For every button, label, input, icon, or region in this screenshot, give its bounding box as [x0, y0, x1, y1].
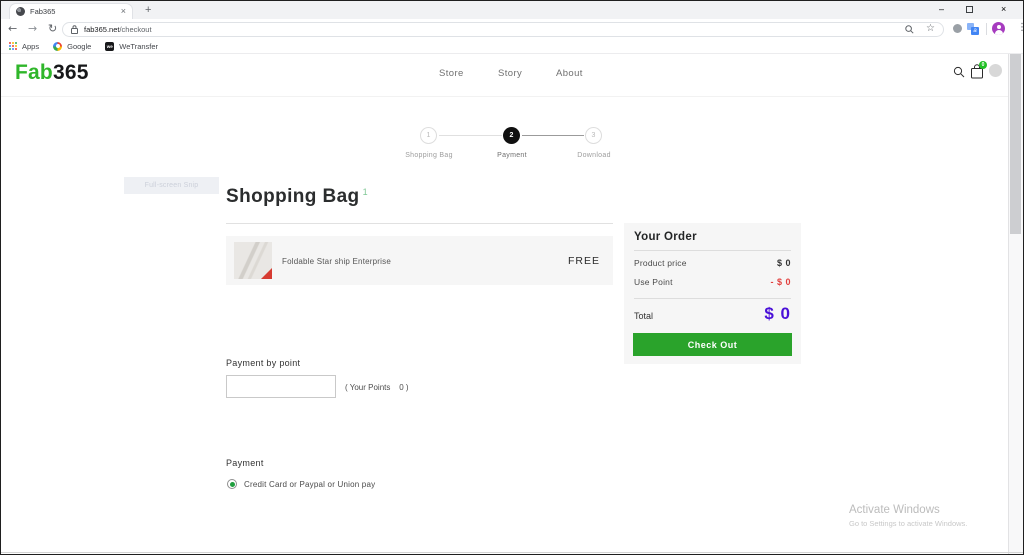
product-price-value: $ 0 [777, 258, 791, 268]
payment-section-label: Payment [226, 458, 264, 468]
section-divider-bottom [1, 552, 1023, 553]
snip-tooltip-artifact: Full-screen Snip [124, 177, 219, 194]
toolbar-separator [986, 23, 987, 35]
bookmark-apps[interactable]: Apps [22, 42, 39, 51]
order-summary-title: Your Order [634, 231, 697, 243]
watermark-line2: Go to Settings to activate Windows. [849, 519, 967, 529]
use-point-label: Use Point [634, 277, 673, 287]
browser-profile-avatar[interactable] [992, 22, 1005, 35]
site-logo[interactable]: Fab365 [15, 61, 89, 85]
watermark-line1: Activate Windows [849, 503, 967, 519]
step-circle-shopping-bag[interactable]: 1 [420, 127, 437, 144]
site-header: Fab365 Store Story About 0 [1, 54, 1023, 97]
browser-tab-strip: Fab365 × + – × [1, 1, 1023, 19]
url-path: /checkout [119, 25, 151, 34]
tab-close-icon[interactable]: × [121, 7, 126, 16]
order-divider-bottom [634, 298, 791, 299]
order-summary-panel: Your Order Product price $ 0 Use Point -… [624, 223, 801, 364]
total-value: $ 0 [764, 304, 791, 324]
bookmarks-bar: Apps Google we WeTransfer [1, 39, 1023, 54]
product-thumbnail[interactable] [234, 242, 272, 279]
page-viewport: Fab365 Store Story About 0 1 2 3 [1, 54, 1023, 554]
payment-method-radio[interactable] [227, 479, 237, 489]
site-favicon-icon [16, 7, 25, 16]
checkout-button[interactable]: Check Out [633, 333, 792, 356]
browser-toolbar: ← → ↻ fab365.net/checkout ☆ a ⋮ [1, 19, 1023, 39]
step-circle-payment[interactable]: 2 [503, 127, 520, 144]
stepper-line-2 [522, 135, 584, 136]
search-icon[interactable] [953, 66, 965, 78]
checkout-stepper: 1 2 3 Shopping Bag Payment Download [1, 122, 1023, 170]
logo-part-fab: Fab [15, 61, 53, 84]
forward-icon[interactable]: → [28, 22, 37, 35]
stepper-line-1 [439, 135, 502, 136]
your-points-hint: ( Your Points 0 ) [345, 383, 409, 392]
product-price-label: Product price [634, 258, 687, 268]
step-circle-download[interactable]: 3 [585, 127, 602, 144]
item-count-sup: 1 [363, 187, 368, 197]
url-text: fab365.net/checkout [84, 25, 152, 34]
new-tab-button[interactable]: + [145, 4, 151, 16]
payment-by-point-label: Payment by point [226, 358, 300, 368]
product-price: FREE [568, 255, 600, 267]
cart-item-row[interactable]: Foldable Star ship Enterprise FREE [226, 236, 613, 285]
use-point-value: - $ 0 [770, 277, 791, 287]
title-divider [226, 223, 613, 224]
browser-menu-icon[interactable]: ⋮ [1017, 22, 1024, 33]
lock-icon [71, 25, 78, 34]
extension-icon[interactable] [953, 24, 962, 33]
window-maximize-button[interactable] [966, 6, 973, 13]
nav-link-story[interactable]: Story [498, 68, 522, 79]
browser-tab[interactable]: Fab365 × [9, 3, 133, 19]
user-avatar[interactable] [989, 64, 1002, 77]
refresh-icon[interactable]: ↻ [48, 22, 57, 35]
bookmark-google[interactable]: Google [67, 42, 91, 51]
wetransfer-favicon-icon: we [105, 42, 114, 51]
back-icon[interactable]: ← [8, 22, 17, 35]
nav-link-store[interactable]: Store [439, 68, 464, 79]
window-minimize-button[interactable]: – [939, 5, 944, 14]
google-favicon-icon [53, 42, 62, 51]
screenshot-root: Fab365 × + – × ← → ↻ fab365.net/checkout… [0, 0, 1024, 555]
activate-windows-watermark: Activate Windows Go to Settings to activ… [849, 503, 967, 529]
step-label-shopping-bag: Shopping Bag [405, 152, 453, 159]
order-divider-top [634, 250, 791, 251]
product-name: Foldable Star ship Enterprise [282, 257, 391, 266]
bookmark-wetransfer[interactable]: WeTransfer [119, 42, 158, 51]
address-bar[interactable]: fab365.net/checkout ☆ [62, 22, 944, 37]
translate-icon[interactable]: a [967, 23, 979, 35]
step-label-download: Download [577, 152, 611, 159]
url-domain: fab365.net [84, 25, 119, 34]
cart-badge: 0 [979, 61, 987, 69]
nav-link-about[interactable]: About [556, 68, 583, 79]
point-amount-input[interactable] [226, 375, 336, 398]
payment-method-option: Credit Card or Paypal or Union pay [244, 480, 375, 489]
bookmark-star-icon[interactable]: ☆ [926, 24, 935, 34]
translate-icon-front: a [971, 27, 979, 35]
step-label-payment: Payment [497, 152, 527, 159]
tab-title: Fab365 [30, 7, 121, 16]
total-label: Total [634, 311, 653, 321]
page-title-text: Shopping Bag [226, 186, 360, 207]
page-title: Shopping Bag1 [226, 186, 368, 208]
window-close-button[interactable]: × [1001, 5, 1006, 14]
page-zoom-icon[interactable] [905, 25, 914, 34]
logo-part-365: 365 [53, 61, 89, 84]
apps-grid-icon[interactable] [9, 42, 17, 50]
